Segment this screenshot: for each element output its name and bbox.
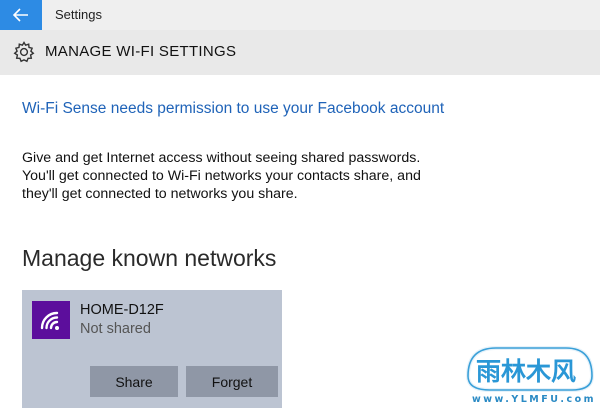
description-line: they'll get connected to networks you sh… <box>22 186 298 202</box>
description-line: Give and get Internet access without see… <box>22 150 421 166</box>
network-share-status: Not shared <box>80 321 151 337</box>
back-button[interactable] <box>0 0 42 30</box>
site-watermark: 雨林木风 www.YLMFU.com <box>462 340 598 406</box>
facebook-permission-link[interactable]: Wi-Fi Sense needs permission to use your… <box>22 100 444 118</box>
forget-button[interactable]: Forget <box>186 366 278 397</box>
watermark-logo: 雨林木风 www.YLMFU.com <box>465 346 596 405</box>
description-line: You'll get connected to Wi-Fi networks y… <box>22 168 421 184</box>
section-title: Manage known networks <box>22 245 277 271</box>
arrow-left-icon <box>13 8 28 22</box>
wifi-sense-description: Give and get Internet access without see… <box>22 149 442 203</box>
watermark-url: www.YLMFU.com <box>472 394 596 405</box>
network-tile <box>32 301 70 339</box>
network-name: HOME-D12F <box>80 302 164 318</box>
title-bar: Settings <box>0 0 600 30</box>
page-title: MANAGE WI-FI SETTINGS <box>45 43 237 60</box>
page-header: MANAGE WI-FI SETTINGS <box>0 30 600 75</box>
gear-icon <box>13 41 35 63</box>
app-title: Settings <box>55 7 102 22</box>
wifi-icon <box>40 311 59 330</box>
network-card[interactable]: HOME-D12F Not shared Share Forget <box>22 290 282 408</box>
share-button[interactable]: Share <box>90 366 178 397</box>
watermark-text: 雨林木风 <box>476 357 576 386</box>
